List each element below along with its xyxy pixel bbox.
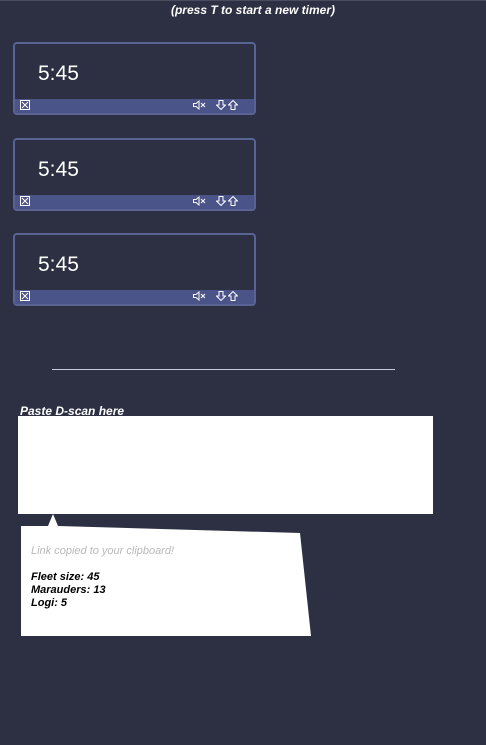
logi-stat: Logi: 5 [31,597,68,609]
result-speech-bubble [21,514,311,636]
fleet-stats: Fleet size: 45 Marauders: 13 Logi: 5 [31,571,106,610]
fleet-size-stat: Fleet size: 45 [31,571,100,583]
marauders-stat: Marauders: 13 [31,584,106,596]
clipboard-message: Link copied to your clipboard! [31,545,175,557]
